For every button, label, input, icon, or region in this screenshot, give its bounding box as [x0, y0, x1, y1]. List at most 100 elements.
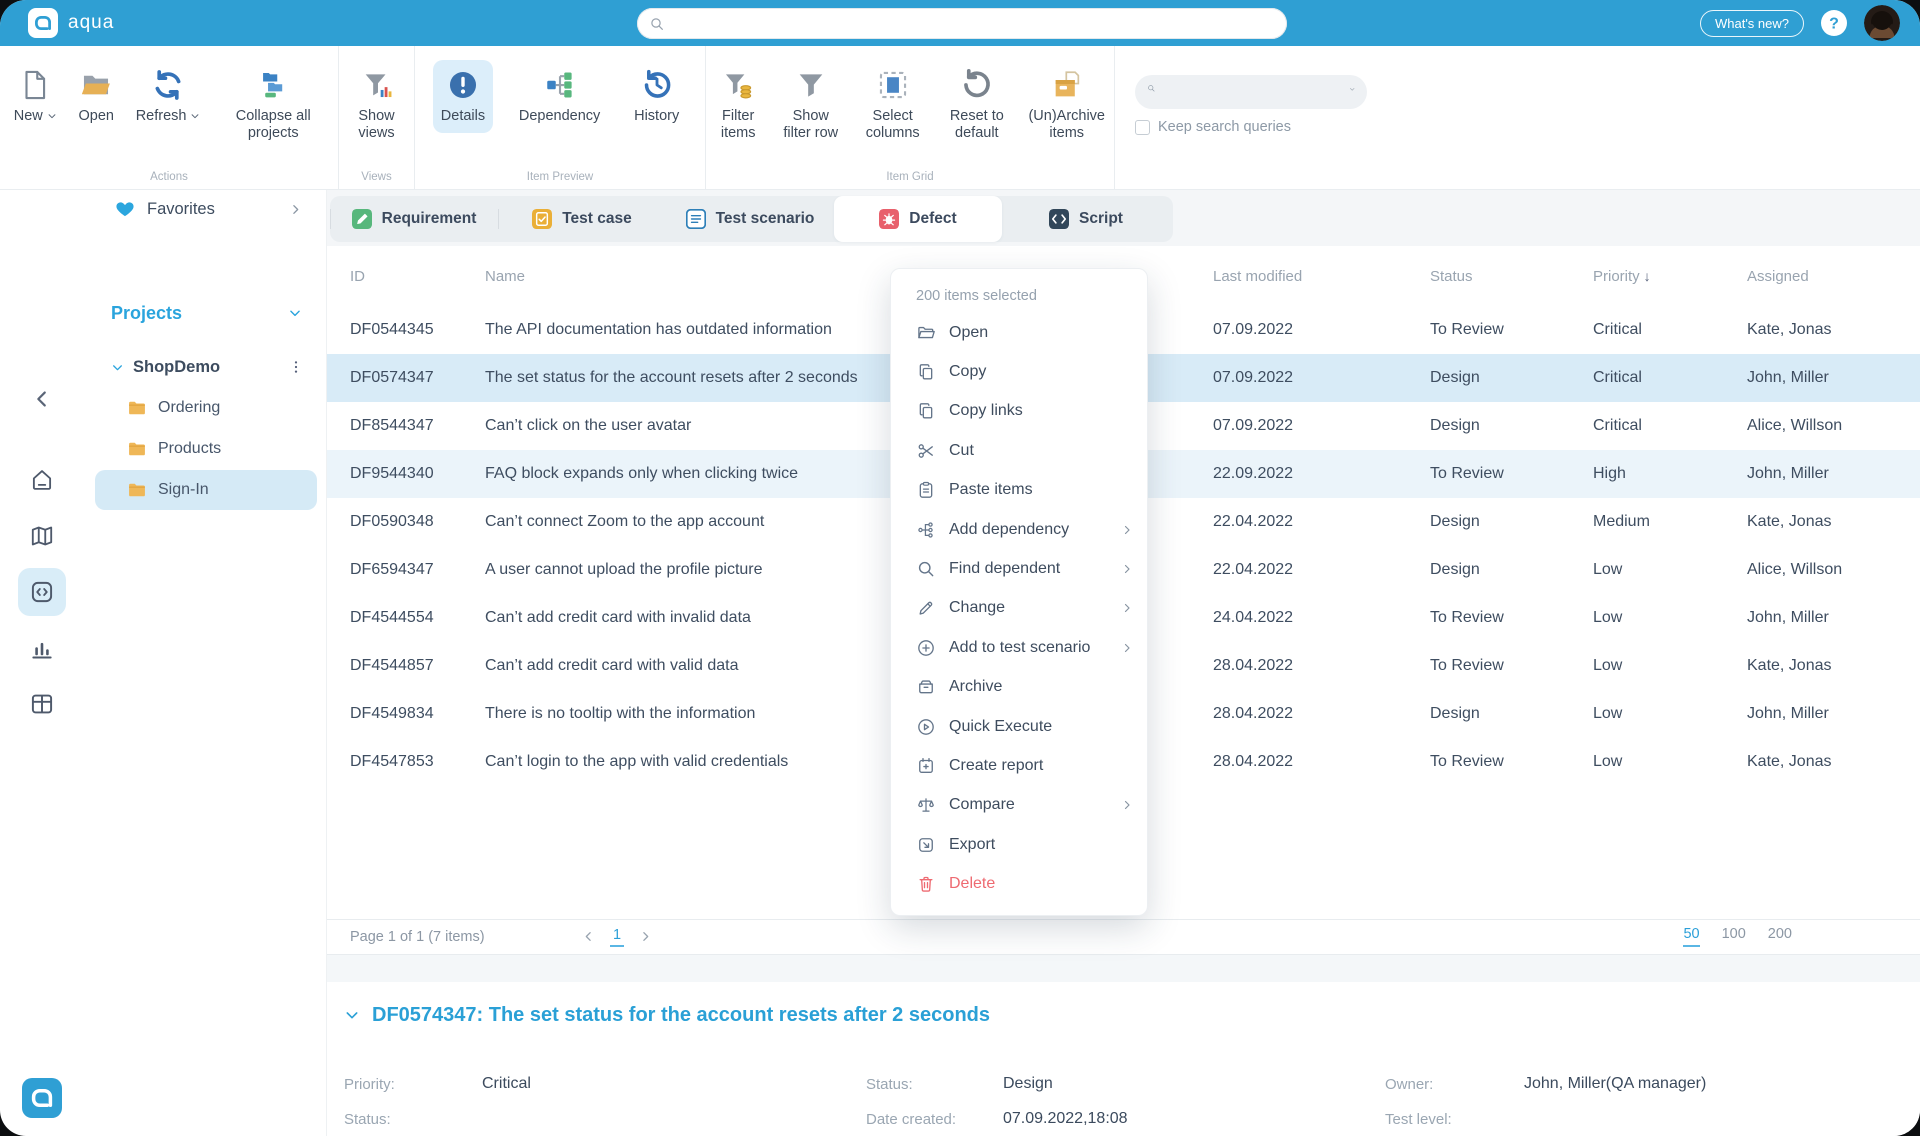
cell-last-modified: 07.09.2022	[1213, 369, 1294, 386]
context-menu-item[interactable]: Change	[891, 589, 1147, 628]
cell-last-modified: 24.04.2022	[1213, 609, 1294, 626]
cell-status: Design	[1430, 417, 1480, 434]
create-report-icon	[916, 756, 936, 776]
bar-chart-icon	[29, 635, 55, 661]
toolbar-button[interactable]: Details	[432, 60, 494, 133]
folder-list: Ordering Products Sign-In	[85, 388, 326, 510]
favorites-row[interactable]: Favorites	[85, 196, 326, 222]
project-folder[interactable]: Ordering	[95, 388, 317, 428]
toolbar-button[interactable]: New	[6, 60, 65, 133]
change-icon	[916, 598, 936, 618]
kebab-menu-icon[interactable]	[288, 359, 304, 375]
show-views-icon	[360, 66, 394, 104]
previous-page-icon[interactable]	[582, 930, 595, 943]
project-folder[interactable]: Sign-In	[95, 470, 317, 510]
collapse-sidebar-icon[interactable]	[31, 388, 53, 410]
toolbar-button[interactable]: Select columns	[851, 60, 934, 150]
column-header[interactable]: Last modified	[1213, 268, 1430, 285]
context-menu-item[interactable]: Quick Execute	[891, 707, 1147, 746]
filter-items-icon	[721, 66, 755, 104]
help-icon[interactable]: ?	[1820, 9, 1848, 37]
grid-search-input[interactable]	[1163, 83, 1349, 101]
keep-search-checkbox[interactable]	[1135, 119, 1150, 135]
detail-column-3: Owner: John, Miller(QA manager) Test lev…	[1385, 1067, 1706, 1136]
rail-item[interactable]	[18, 512, 66, 560]
cell-assigned: Kate, Jonas	[1747, 753, 1832, 770]
cell-last-modified: 07.09.2022	[1213, 321, 1294, 338]
rail-item[interactable]	[18, 456, 66, 504]
context-menu-item[interactable]: Add dependency	[891, 510, 1147, 549]
context-menu-item[interactable]: Archive	[891, 668, 1147, 707]
dependency-icon	[543, 66, 577, 104]
context-menu-item[interactable]: Compare	[891, 786, 1147, 825]
projects-header[interactable]: Projects	[85, 300, 326, 326]
toolbar-button[interactable]: Show views	[339, 60, 414, 150]
context-menu-item[interactable]: Find dependent	[891, 549, 1147, 588]
cell-last-modified: 22.04.2022	[1213, 513, 1294, 530]
context-menu-item[interactable]: Cut	[891, 431, 1147, 470]
toolbar-button[interactable]: History	[626, 60, 687, 133]
tab[interactable]: Requirement	[330, 196, 498, 242]
tab[interactable]: Test scenario	[666, 196, 834, 242]
details-icon	[446, 66, 480, 104]
cell-id: DF4547853	[350, 753, 434, 770]
chevron-down-icon[interactable]	[1349, 86, 1355, 98]
app-window: aqua What's new? ? Actions New Open Refr…	[0, 0, 1920, 1136]
context-menu-item[interactable]: Export	[891, 825, 1147, 864]
project-node[interactable]: ShopDemo	[85, 352, 326, 382]
group-caption: Item Preview	[526, 171, 594, 183]
show-filter-row-icon	[794, 66, 828, 104]
detail-title-row[interactable]: DF0574347: The set status for the accoun…	[344, 1004, 1920, 1027]
column-header[interactable]: Assigned	[1747, 268, 1920, 285]
next-page-icon[interactable]	[639, 930, 652, 943]
page-size-option[interactable]: 50	[1683, 926, 1700, 947]
cell-priority: High	[1593, 465, 1626, 482]
tab[interactable]: Script	[1002, 196, 1170, 242]
avatar[interactable]	[1864, 5, 1900, 41]
grid-search[interactable]	[1135, 75, 1367, 109]
aqua-logo-icon[interactable]	[22, 1078, 62, 1118]
toolbar-button[interactable]: Collapse all projects	[214, 60, 332, 150]
toolbar-button[interactable]: Reset to default	[934, 60, 1019, 150]
global-search-input[interactable]	[673, 14, 1275, 33]
toolbar-button[interactable]: Refresh	[128, 60, 209, 133]
brand-name: aqua	[68, 12, 115, 33]
keep-search-queries[interactable]: Keep search queries	[1135, 119, 1920, 135]
tab[interactable]: Defect	[834, 196, 1002, 242]
tab[interactable]: Test case	[498, 196, 666, 242]
current-page[interactable]: 1	[610, 927, 625, 947]
context-menu-item[interactable]: Delete	[891, 864, 1147, 903]
page-size-option[interactable]: 100	[1722, 926, 1746, 947]
select-columns-icon	[876, 66, 910, 104]
toolbar-button[interactable]: Show filter row	[770, 60, 851, 150]
toolbar-button[interactable]: Dependency	[511, 60, 608, 133]
chevron-right-icon	[289, 203, 302, 216]
rail-item[interactable]	[18, 568, 66, 616]
context-menu-item[interactable]: Paste items	[891, 471, 1147, 510]
toolbar-button[interactable]: Open	[70, 60, 121, 133]
detail-field: Priority: Critical	[344, 1075, 531, 1093]
column-header[interactable]: Status	[1430, 268, 1593, 285]
toolbar-button[interactable]: (Un)Archive items	[1019, 60, 1114, 150]
brand[interactable]: aqua	[28, 8, 114, 38]
sidebar-rail	[0, 190, 85, 1136]
toolbar-button[interactable]: Filter items	[706, 60, 770, 150]
context-menu-item[interactable]: Add to test scenario	[891, 628, 1147, 667]
rail-item[interactable]	[18, 680, 66, 728]
context-menu-item[interactable]: Copy	[891, 352, 1147, 391]
rail-item[interactable]	[18, 624, 66, 672]
chevron-down-icon	[190, 111, 200, 121]
whats-new-button[interactable]: What's new?	[1699, 9, 1804, 37]
global-search[interactable]	[637, 8, 1287, 39]
column-header[interactable]: Priority ↓	[1593, 268, 1747, 285]
context-menu-item[interactable]: Create report	[891, 746, 1147, 785]
column-header[interactable]: ID	[350, 268, 485, 285]
context-menu-item[interactable]: Copy links	[891, 392, 1147, 431]
page-size-option[interactable]: 200	[1768, 926, 1792, 947]
item-type-tabs: Requirement Test case Test scenario Defe…	[330, 196, 1173, 242]
project-folder[interactable]: Products	[95, 429, 317, 469]
context-menu-item[interactable]: Open	[891, 313, 1147, 352]
copy-links-icon	[916, 401, 936, 421]
delete-icon	[916, 874, 936, 894]
cell-assigned: Kate, Jonas	[1747, 321, 1832, 338]
